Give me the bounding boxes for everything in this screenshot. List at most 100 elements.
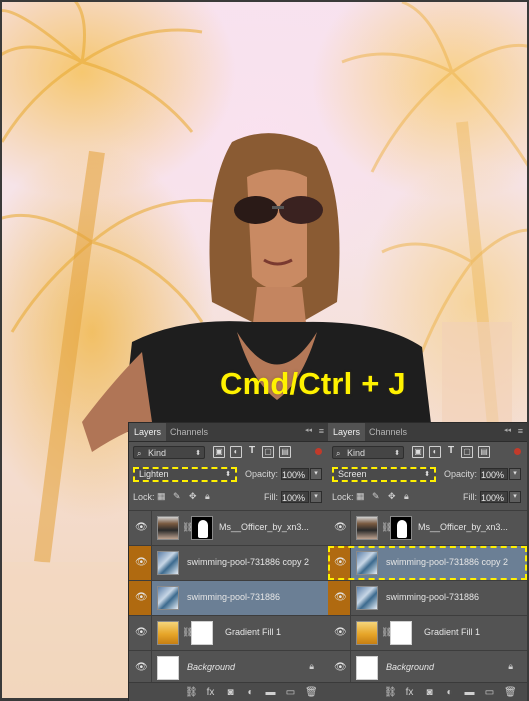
kind-label: Kind [347,448,366,458]
lock-move-icon[interactable]: ✥ [388,491,396,502]
opacity-dropdown-icon[interactable]: ▾ [310,468,322,480]
type-filter-icon[interactable]: T [247,446,257,456]
group-icon[interactable]: ▬ [464,687,475,698]
adjustment-filter-icon[interactable]: ◐ [429,446,441,458]
fill-dropdown-icon[interactable]: ▾ [310,491,322,503]
fx-icon[interactable]: fx [205,687,216,698]
palm-left [2,2,223,333]
layer-row[interactable]: 👁︎ swimming-pool-731886 [328,580,527,615]
eye-icon[interactable]: 👁︎ [334,523,347,533]
lock-move-icon[interactable]: ✥ [189,491,197,502]
eye-icon[interactable]: 👁︎ [334,628,347,638]
eye-icon[interactable]: 👁︎ [135,663,148,673]
layer-row[interactable]: 👁︎ Background 🔒︎ [328,650,527,685]
layer-row[interactable]: 👁︎ ⛓︎ Gradient Fill 1 [328,615,527,650]
smart-object-filter-icon[interactable]: ▤ [478,446,490,458]
layer-row-selected[interactable]: 👁︎ swimming-pool-731886 copy 2 [328,545,527,580]
gradient-thumbnail [157,621,179,645]
fill-input[interactable]: 100% [281,491,309,503]
kind-filter-select[interactable]: ⌕ Kind ⬍ [332,446,404,459]
lock-transparent-icon[interactable]: ▦ [157,491,166,502]
layer-row[interactable]: 👁︎ ⛓︎ Ms__Officer_by_xn3... [129,510,328,545]
opacity-dropdown-icon[interactable]: ▾ [509,468,521,480]
layer-name[interactable]: Background [187,662,235,672]
layer-list: 👁︎ ⛓︎ Ms__Officer_by_xn3... 👁︎ swimming-… [129,510,328,685]
filter-toggle-icon[interactable] [315,448,322,455]
layer-row-selected[interactable]: 👁︎ swimming-pool-731886 [129,580,328,615]
mask-icon[interactable]: ◙ [424,687,435,698]
lock-brush-icon[interactable]: ✎ [372,491,380,502]
adjustment-icon[interactable]: ◐ [444,687,455,698]
tab-layers[interactable]: Layers [328,423,366,441]
new-layer-icon[interactable]: ▭ [285,687,296,698]
eye-icon[interactable]: 👁︎ [334,593,347,603]
blend-mode-select[interactable]: Screen ⬍ [332,467,436,482]
layer-name[interactable]: swimming-pool-731886 [386,592,479,602]
visibility-cell[interactable]: 👁︎ [328,651,351,685]
layer-name[interactable]: Gradient Fill 1 [424,627,480,637]
layer-row[interactable]: 👁︎ ⛓︎ Ms__Officer_by_xn3... [328,510,527,545]
layer-name[interactable]: Gradient Fill 1 [225,627,281,637]
visibility-cell[interactable]: 👁︎ [328,616,351,650]
layer-name[interactable]: Background [386,662,434,672]
smart-object-filter-icon[interactable]: ▤ [279,446,291,458]
opacity-input[interactable]: 100% [281,468,309,480]
eye-icon[interactable]: 👁︎ [135,628,148,638]
layer-name[interactable]: swimming-pool-731886 [187,592,280,602]
mask-icon[interactable]: ◙ [225,687,236,698]
group-icon[interactable]: ▬ [265,687,276,698]
trash-icon[interactable]: 🗑︎ [305,687,318,698]
eye-icon[interactable]: 👁︎ [135,523,148,533]
filter-toggle-icon[interactable] [514,448,521,455]
layer-name[interactable]: Ms__Officer_by_xn3... [418,522,508,532]
shape-filter-icon[interactable]: ▢ [262,446,274,458]
collapse-arrows-icon[interactable]: ◂◂ [305,426,312,434]
fx-icon[interactable]: fx [404,687,415,698]
link-icon[interactable]: ⛓︎ [185,687,198,698]
eye-icon[interactable]: 👁︎ [334,663,347,673]
panel-menu-icon[interactable]: ≡ [518,426,523,436]
visibility-cell[interactable]: 👁︎ [328,581,351,615]
tab-layers[interactable]: Layers [129,423,167,441]
visibility-cell[interactable]: 👁︎ [129,581,152,615]
visibility-cell[interactable]: 👁︎ [328,546,351,580]
panel-menu-icon[interactable]: ≡ [319,426,324,436]
opacity-input[interactable]: 100% [480,468,508,480]
fill-dropdown-icon[interactable]: ▾ [509,491,521,503]
eye-icon[interactable]: 👁︎ [135,593,148,603]
eye-icon[interactable]: 👁︎ [334,558,347,568]
layer-thumbnail [356,656,378,680]
pixel-filter-icon[interactable]: ▣ [412,446,424,458]
adjustment-icon[interactable]: ◐ [245,687,256,698]
visibility-cell[interactable]: 👁︎ [129,546,152,580]
new-layer-icon[interactable]: ▭ [484,687,495,698]
trash-icon[interactable]: 🗑︎ [504,687,517,698]
visibility-cell[interactable]: 👁︎ [328,511,351,545]
layer-row[interactable]: 👁︎ ⛓︎ Gradient Fill 1 [129,615,328,650]
visibility-cell[interactable]: 👁︎ [129,651,152,685]
lock-transparent-icon[interactable]: ▦ [356,491,365,502]
fill-input[interactable]: 100% [480,491,508,503]
layer-name[interactable]: swimming-pool-731886 copy 2 [386,557,508,567]
pixel-filter-icon[interactable]: ▣ [213,446,225,458]
eye-icon[interactable]: 👁︎ [135,558,148,568]
lock-all-icon[interactable]: 🔒︎ [404,491,409,502]
kind-filter-select[interactable]: ⌕ Kind ⬍ [133,446,205,459]
shape-filter-icon[interactable]: ▢ [461,446,473,458]
link-icon[interactable]: ⛓︎ [384,687,397,698]
layer-name[interactable]: swimming-pool-731886 copy 2 [187,557,309,567]
collapse-arrows-icon[interactable]: ◂◂ [504,426,511,434]
lock-brush-icon[interactable]: ✎ [173,491,181,502]
visibility-cell[interactable]: 👁︎ [129,616,152,650]
adjustment-filter-icon[interactable]: ◐ [230,446,242,458]
layer-row[interactable]: 👁︎ swimming-pool-731886 copy 2 [129,545,328,580]
layer-row[interactable]: 👁︎ Background 🔒︎ [129,650,328,685]
type-filter-icon[interactable]: T [446,446,456,456]
blend-mode-select[interactable]: Lighten ⬍ [133,467,237,482]
layer-name[interactable]: Ms__Officer_by_xn3... [219,522,309,532]
layer-thumbnail [157,516,179,540]
tab-channels[interactable]: Channels [165,423,213,441]
lock-all-icon[interactable]: 🔒︎ [205,491,210,502]
tab-channels[interactable]: Channels [364,423,412,441]
visibility-cell[interactable]: 👁︎ [129,511,152,545]
